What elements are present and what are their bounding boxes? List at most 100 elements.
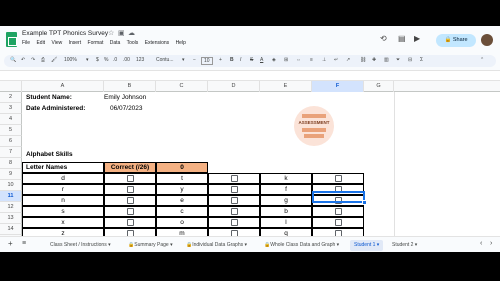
text-color-icon[interactable]: A [260, 57, 263, 63]
column-header-a[interactable]: A [22, 81, 104, 92]
functions-icon[interactable]: Σ [420, 57, 423, 63]
correct-count[interactable]: 0 [156, 162, 208, 173]
move-folder-icon[interactable]: ▣ [118, 29, 125, 37]
table-cell[interactable] [208, 173, 260, 184]
row-header[interactable]: 8 [0, 158, 22, 169]
table-cell[interactable]: d [22, 173, 104, 184]
font-size-input[interactable]: 10 [201, 57, 213, 65]
row-header[interactable]: 2 [0, 92, 22, 103]
checkbox[interactable] [230, 219, 238, 226]
row-header[interactable]: 12 [0, 202, 22, 213]
table-cell[interactable]: l [260, 217, 312, 228]
table-cell[interactable]: c [156, 206, 208, 217]
menu-help[interactable]: Help [176, 40, 186, 46]
checkbox[interactable] [126, 219, 134, 226]
table-cell[interactable] [104, 195, 156, 206]
table-cell[interactable] [208, 217, 260, 228]
share-button[interactable]: 🔒 Share [436, 34, 476, 47]
table-cell[interactable] [208, 195, 260, 206]
table-cell[interactable] [208, 184, 260, 195]
checkbox[interactable] [126, 175, 134, 182]
chevron-down-icon[interactable]: ▾ [182, 57, 185, 63]
checkbox[interactable] [230, 186, 238, 193]
history-icon[interactable]: ⟲ [380, 34, 387, 43]
add-sheet-icon[interactable]: + [8, 238, 13, 249]
percent-format-button[interactable]: % [104, 57, 108, 63]
menu-insert[interactable]: Insert [69, 40, 82, 46]
sheets-logo-icon[interactable] [6, 32, 17, 47]
checkbox[interactable] [334, 219, 342, 226]
filter-views-icon[interactable]: ⊟ [408, 57, 412, 63]
table-cell[interactable]: e [156, 195, 208, 206]
table-cell[interactable]: k [260, 173, 312, 184]
checkbox[interactable] [126, 208, 134, 215]
row-header[interactable]: 3 [0, 103, 22, 114]
correct-header[interactable]: Correct (/26) [104, 162, 156, 173]
selected-cell[interactable] [312, 191, 365, 203]
date-administered-value[interactable]: 06/07/2023 [110, 105, 180, 112]
merge-cells-icon[interactable]: ⇔ [296, 57, 301, 63]
table-cell[interactable]: g [260, 195, 312, 206]
menu-file[interactable]: File [22, 40, 30, 46]
select-all-corner[interactable] [0, 81, 22, 92]
checkbox[interactable] [230, 197, 238, 204]
star-icon[interactable]: ☆ [108, 29, 114, 37]
document-title[interactable]: Example TPT Phonics Survey [22, 30, 108, 37]
row-header[interactable]: 7 [0, 147, 22, 158]
tab-class-sheet[interactable]: Class Sheet / Instructions ▾ [50, 240, 111, 251]
checkbox[interactable] [230, 208, 238, 215]
borders-icon[interactable]: ⊞ [284, 57, 288, 63]
table-cell[interactable]: s [22, 206, 104, 217]
row-header[interactable]: 4 [0, 114, 22, 125]
table-cell[interactable]: x [22, 217, 104, 228]
increase-decimal-button[interactable]: .00 [123, 57, 130, 63]
column-header-d[interactable]: D [208, 81, 260, 92]
increase-font-size-icon[interactable]: + [219, 57, 222, 63]
chevron-down-icon[interactable]: ▾ [86, 57, 89, 63]
vertical-align-icon[interactable]: ⊥ [322, 57, 326, 63]
column-header-f[interactable]: F [312, 81, 364, 92]
all-sheets-icon[interactable]: ≡ [22, 238, 26, 249]
insert-chart-icon[interactable]: ▥ [384, 57, 389, 63]
menu-format[interactable]: Format [88, 40, 104, 46]
currency-format-button[interactable]: $ [96, 57, 99, 63]
table-cell[interactable] [104, 217, 156, 228]
menu-view[interactable]: View [51, 40, 62, 46]
bold-icon[interactable]: B [230, 57, 234, 63]
table-cell[interactable]: y [156, 184, 208, 195]
checkbox[interactable] [334, 208, 342, 215]
formula-bar[interactable] [0, 70, 500, 81]
checkbox[interactable] [230, 175, 238, 182]
zoom-select[interactable]: 100% [64, 57, 77, 63]
checkbox[interactable] [126, 197, 134, 204]
filter-icon[interactable]: ⏷ [396, 57, 400, 63]
table-cell[interactable] [312, 173, 364, 184]
italic-icon[interactable]: I [240, 57, 241, 63]
row-header[interactable]: 9 [0, 169, 22, 180]
row-header-selected[interactable]: 11 [0, 191, 22, 202]
menu-data[interactable]: Data [110, 40, 121, 46]
table-cell[interactable]: t [156, 173, 208, 184]
row-header[interactable]: 13 [0, 213, 22, 224]
tab-student-1[interactable]: Student 1 ▾ [350, 240, 384, 251]
insert-comment-icon[interactable]: ✚ [372, 57, 376, 63]
date-administered-label[interactable]: Date Administered: [26, 105, 85, 112]
text-rotation-icon[interactable]: ↗ [346, 57, 350, 63]
search-menus-icon[interactable]: 🔍 [10, 57, 16, 63]
tab-whole-class[interactable]: 🔒Whole Class Data and Graph ▾ [264, 240, 339, 251]
table-cell[interactable]: r [22, 184, 104, 195]
menu-extensions[interactable]: Extensions [145, 40, 169, 46]
student-name-value[interactable]: Emily Johnson [104, 94, 184, 101]
column-header-c[interactable]: C [156, 81, 208, 92]
scroll-tabs-left-icon[interactable]: ‹ [480, 238, 482, 249]
text-wrap-icon[interactable]: ↵ [334, 57, 338, 63]
checkbox[interactable] [126, 186, 134, 193]
menu-edit[interactable]: Edit [36, 40, 45, 46]
table-cell[interactable] [312, 206, 364, 217]
column-header-e[interactable]: E [260, 81, 312, 92]
font-select[interactable]: Contu... [156, 57, 174, 63]
insert-link-icon[interactable]: ⛓ [360, 57, 366, 63]
horizontal-align-icon[interactable]: ≡ [310, 57, 313, 63]
table-cell[interactable]: n [22, 195, 104, 206]
comments-icon[interactable]: ▤ [398, 34, 406, 43]
